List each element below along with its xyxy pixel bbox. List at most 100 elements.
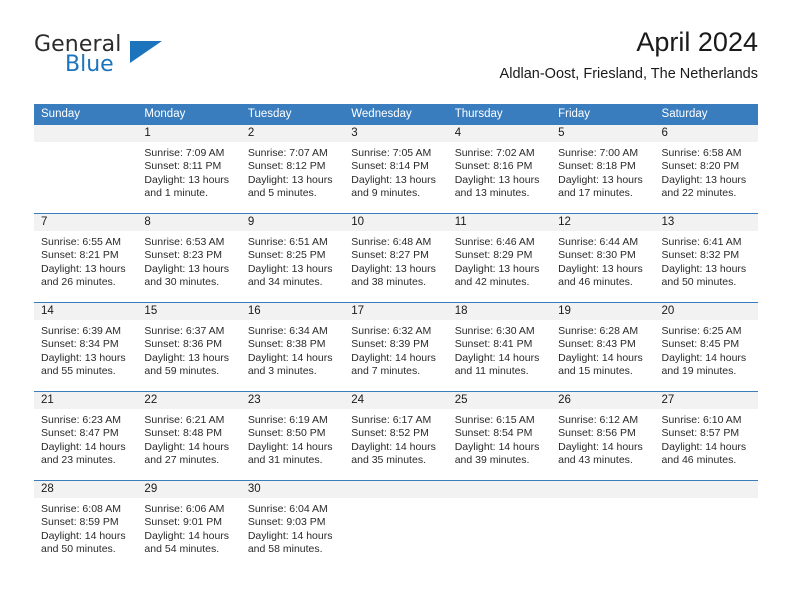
daylight-text: Daylight: 13 hours and 46 minutes.: [558, 262, 643, 289]
day-number[interactable]: 2: [241, 125, 344, 142]
daylight-text: Daylight: 14 hours and 35 minutes.: [351, 440, 436, 467]
day-cell: Sunrise: 6:25 AM Sunset: 8:45 PM Daylight:…: [655, 320, 758, 391]
sunset-text: Sunset: 8:38 PM: [247, 338, 326, 351]
day-number[interactable]: 21: [34, 392, 137, 409]
day-cell: Sunrise: 6:04 AM Sunset: 9:03 PM Daylight:…: [241, 498, 344, 569]
day-number[interactable]: 16: [241, 303, 344, 320]
sunrise-text: Sunrise: 6:41 AM: [661, 236, 742, 248]
daylight-text: Daylight: 13 hours and 22 minutes.: [661, 173, 747, 200]
day-number[interactable]: 6: [655, 125, 758, 142]
day-cell: Sunrise: 6:21 AM Sunset: 8:48 PM Daylight:…: [137, 409, 240, 480]
sunrise-text: Sunrise: 6:10 AM: [661, 414, 742, 426]
day-cell: Sunrise: 6:44 AM Sunset: 8:30 PM Daylight:…: [551, 231, 654, 302]
day-number[interactable]: 29: [137, 481, 240, 498]
daylight-text: Daylight: 13 hours and 50 minutes.: [661, 262, 747, 289]
day-detail-row: Sunrise: 6:23 AM Sunset: 8:47 PM Daylight:…: [34, 409, 758, 480]
day-cell: Sunrise: 6:06 AM Sunset: 9:01 PM Daylight:…: [137, 498, 240, 569]
day-number[interactable]: 10: [344, 214, 447, 231]
day-detail-row: Sunrise: 6:39 AM Sunset: 8:34 PM Daylight:…: [34, 320, 758, 391]
day-number[interactable]: 3: [344, 125, 447, 142]
daylight-text: Daylight: 14 hours and 11 minutes.: [454, 351, 540, 378]
day-detail-row: Sunrise: 7:09 AM Sunset: 8:11 PM Daylight:…: [34, 142, 758, 213]
daylight-text: Daylight: 13 hours and 42 minutes.: [454, 262, 540, 289]
day-cell: Sunrise: 6:32 AM Sunset: 8:39 PM Daylight:…: [344, 320, 447, 391]
sunrise-text: Sunrise: 6:48 AM: [351, 236, 432, 248]
sunset-text: Sunset: 8:47 PM: [41, 427, 119, 440]
day-number[interactable]: 20: [655, 303, 758, 320]
day-number-row: 14 15 16 17 18 19 20: [34, 303, 758, 320]
location-subtitle: Aldlan-Oost, Friesland, The Netherlands: [499, 66, 758, 82]
sunrise-text: Sunrise: 7:05 AM: [351, 147, 432, 159]
daylight-text: Daylight: 14 hours and 39 minutes.: [454, 440, 540, 467]
sunset-text: Sunset: 8:32 PM: [661, 249, 740, 262]
daylight-text: Daylight: 13 hours and 30 minutes.: [144, 262, 230, 289]
daylight-text: Daylight: 13 hours and 59 minutes.: [144, 351, 230, 378]
day-number-row: 7 8 9 10 11 12 13: [34, 214, 758, 231]
day-cell: Sunrise: 6:28 AM Sunset: 8:43 PM Daylight:…: [551, 320, 654, 391]
daylight-text: Daylight: 13 hours and 34 minutes.: [247, 262, 333, 289]
sunrise-text: Sunrise: 6:25 AM: [661, 325, 742, 337]
calendar-week-row: 28 29 30 Sunrise: 6:08 AM Sunset: 8:59 PM Day…: [34, 480, 758, 569]
day-number[interactable]: 12: [551, 214, 654, 231]
day-number[interactable]: 19: [551, 303, 654, 320]
calendar-week-row: 21 22 23 24 25 26 27 Sunrise: 6:23 AM Sunset: 8:…: [34, 391, 758, 480]
weekday-header-friday: Friday: [558, 108, 591, 120]
day-cell: Sunrise: 6:37 AM Sunset: 8:36 PM Daylight:…: [137, 320, 240, 391]
sunset-text: Sunset: 8:54 PM: [454, 427, 533, 440]
sunset-text: Sunset: 8:27 PM: [351, 249, 429, 262]
day-cell: Sunrise: 7:00 AM Sunset: 8:18 PM Daylight:…: [551, 142, 654, 213]
sunrise-text: Sunrise: 6:06 AM: [144, 503, 225, 515]
daylight-text: Daylight: 13 hours and 26 minutes.: [41, 262, 126, 289]
day-number[interactable]: 11: [448, 214, 551, 231]
calendar-week-row: 7 8 9 10 11 12 13 Sunrise: 6:55 AM Sunset: 8:21 …: [34, 213, 758, 302]
day-number[interactable]: 18: [448, 303, 551, 320]
day-number[interactable]: 1: [137, 125, 240, 142]
day-number-row: 123456: [34, 125, 758, 142]
weekday-header-sunday: Sunday: [41, 108, 81, 120]
day-number[interactable]: 7: [34, 214, 137, 231]
day-number[interactable]: 9: [241, 214, 344, 231]
day-number[interactable]: 15: [137, 303, 240, 320]
sunset-text: Sunset: 8:30 PM: [558, 249, 636, 262]
day-detail-row: Sunrise: 6:08 AM Sunset: 8:59 PM Daylight:…: [34, 498, 758, 569]
sunset-text: Sunset: 8:57 PM: [661, 427, 740, 440]
sunset-text: Sunset: 8:11 PM: [144, 160, 222, 173]
day-number[interactable]: 28: [34, 481, 137, 498]
day-number[interactable]: 5: [551, 125, 654, 142]
day-number[interactable]: 4: [448, 125, 551, 142]
sunrise-text: Sunrise: 6:28 AM: [558, 325, 639, 337]
weekday-header-tuesday: Tuesday: [247, 108, 292, 120]
day-number[interactable]: 26: [551, 392, 654, 409]
daylight-text: Daylight: 14 hours and 3 minutes.: [247, 351, 333, 378]
day-number[interactable]: 27: [655, 392, 758, 409]
daylight-text: Daylight: 13 hours and 55 minutes.: [41, 351, 126, 378]
day-cell: Sunrise: 6:23 AM Sunset: 8:47 PM Daylight:…: [34, 409, 137, 480]
sunset-text: Sunset: 8:21 PM: [41, 249, 119, 262]
day-number[interactable]: 25: [448, 392, 551, 409]
sunset-text: Sunset: 8:29 PM: [454, 249, 533, 262]
sunset-text: Sunset: 8:25 PM: [247, 249, 326, 262]
day-number[interactable]: 8: [137, 214, 240, 231]
sunset-text: Sunset: 8:16 PM: [454, 160, 533, 173]
day-cell: Sunrise: 6:12 AM Sunset: 8:56 PM Daylight:…: [551, 409, 654, 480]
day-number-row: 28 29 30: [34, 481, 758, 498]
calendar-page: General Blue April 2024 Aldlan-Oost, Fri…: [0, 0, 792, 612]
day-number[interactable]: 14: [34, 303, 137, 320]
day-number[interactable]: 13: [655, 214, 758, 231]
sunset-text: Sunset: 8:12 PM: [247, 160, 326, 173]
day-number[interactable]: 22: [137, 392, 240, 409]
sunset-text: Sunset: 8:41 PM: [454, 338, 533, 351]
sunset-text: Sunset: 8:20 PM: [661, 160, 740, 173]
day-number[interactable]: 23: [241, 392, 344, 409]
day-number[interactable]: 30: [241, 481, 344, 498]
day-number[interactable]: 17: [344, 303, 447, 320]
daylight-text: Daylight: 14 hours and 58 minutes.: [247, 529, 333, 556]
day-cell: Sunrise: 6:58 AM Sunset: 8:20 PM Daylight:…: [655, 142, 758, 213]
day-number[interactable]: 24: [344, 392, 447, 409]
sunrise-text: Sunrise: 6:08 AM: [41, 503, 121, 515]
calendar-week-row: 1 2 3 4 5 6 Sunrise: 7:09 AM Sunset: 8:11 PM Day…: [34, 125, 758, 213]
daylight-text: Daylight: 14 hours and 19 minutes.: [661, 351, 747, 378]
page-header: General Blue April 2024 Aldlan-Oost, Fri…: [34, 26, 758, 98]
daylight-text: Daylight: 14 hours and 46 minutes.: [661, 440, 747, 467]
sunset-text: Sunset: 8:18 PM: [558, 160, 636, 173]
